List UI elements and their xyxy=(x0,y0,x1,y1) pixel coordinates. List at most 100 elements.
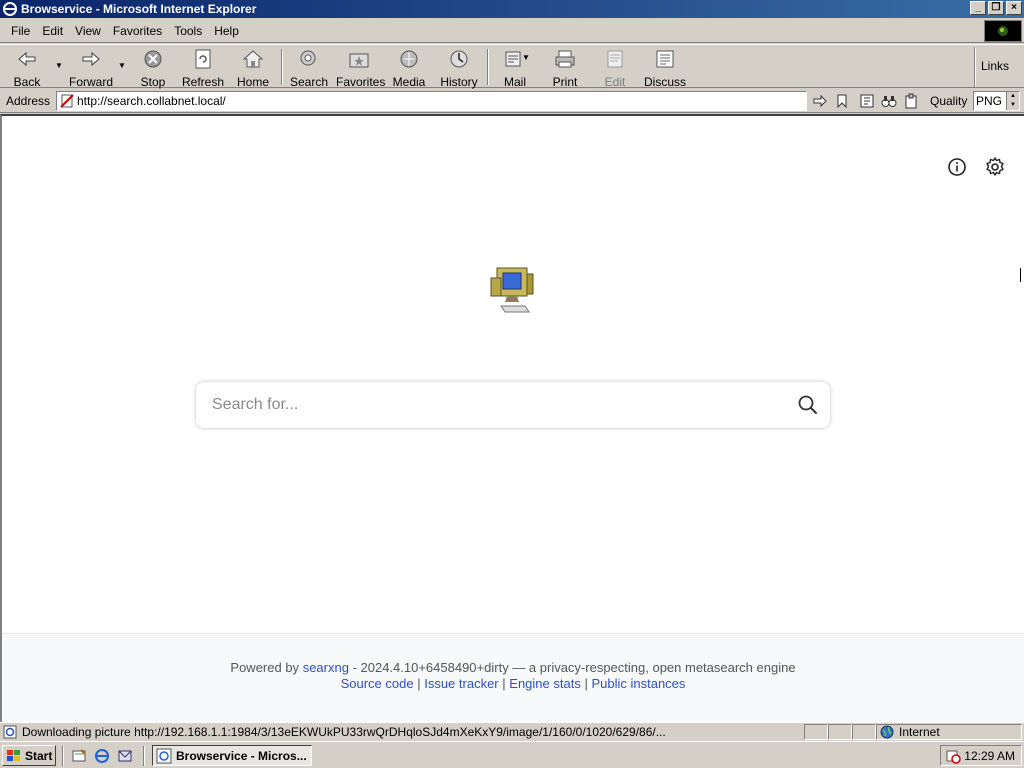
forward-dropdown-icon[interactable]: ▼ xyxy=(118,61,126,70)
address-label: Address xyxy=(6,94,51,108)
system-tray: 12:29 AM xyxy=(940,745,1022,766)
zone-cell xyxy=(876,724,1022,740)
media-label: Media xyxy=(392,75,426,89)
searxng-link[interactable]: searxng xyxy=(303,660,349,675)
info-icon[interactable] xyxy=(946,156,968,178)
quality-select[interactable]: PNG ▲ ▼ xyxy=(973,91,1020,111)
window-controls: _ ❐ × xyxy=(970,1,1022,15)
page-footer: Powered by searxng - 2024.4.10+6458490+d… xyxy=(2,633,1024,722)
search-label: Search xyxy=(290,75,329,89)
footer-links: Source code | Issue tracker | Engine sta… xyxy=(2,676,1024,691)
mail-label: Mail xyxy=(503,75,526,89)
quality-spinner[interactable]: ▲ ▼ xyxy=(1006,92,1019,110)
search-icon[interactable] xyxy=(796,393,820,417)
status-cell xyxy=(804,724,828,740)
scheduler-tray-icon[interactable] xyxy=(945,748,961,764)
back-label: Back xyxy=(13,75,41,89)
powered-by-text: Powered by xyxy=(230,660,300,675)
internet-globe-icon xyxy=(880,725,894,739)
text-cursor-icon xyxy=(1020,268,1023,282)
go-arrow-icon[interactable] xyxy=(812,93,828,109)
source-code-link[interactable]: Source code xyxy=(341,676,414,691)
footer-powered-line: Powered by searxng - 2024.4.10+6458490+d… xyxy=(2,660,1024,675)
refresh-button[interactable]: Refresh xyxy=(182,47,224,89)
quality-value: PNG xyxy=(976,94,1003,108)
clipboard-icon[interactable] xyxy=(903,93,919,109)
clock: 12:29 AM xyxy=(964,749,1015,763)
restore-button[interactable]: ❐ xyxy=(988,1,1004,15)
page-icon[interactable] xyxy=(859,93,875,109)
status-bar: Downloading picture http://192.168.1.1:1… xyxy=(0,722,1024,740)
favorites-button[interactable]: Favorites xyxy=(336,47,386,89)
ie-quicklaunch-icon[interactable] xyxy=(94,748,110,764)
back-dropdown-icon[interactable]: ▼ xyxy=(55,61,63,70)
status-cell xyxy=(828,724,852,740)
issue-tracker-link[interactable]: Issue tracker xyxy=(424,676,498,691)
settings-gear-icon[interactable] xyxy=(984,156,1006,178)
taskbar: Start Browservice - Micros... 12:29 AM xyxy=(0,741,1024,768)
close-button[interactable]: × xyxy=(1006,1,1022,15)
search-box xyxy=(196,382,830,428)
address-input[interactable] xyxy=(77,93,797,109)
show-desktop-icon[interactable] xyxy=(71,748,87,764)
start-button[interactable]: Start xyxy=(2,745,56,766)
back-arrow-icon xyxy=(18,51,36,67)
engine-stats-link[interactable]: Engine stats xyxy=(509,676,581,691)
print-label: Print xyxy=(552,75,578,89)
discuss-button[interactable]: Discuss xyxy=(644,47,687,89)
footer-separator: | xyxy=(417,676,421,691)
search-input[interactable] xyxy=(212,394,772,416)
print-button[interactable]: Print xyxy=(550,47,580,89)
zone-label: Internet xyxy=(899,725,940,739)
edit-button[interactable]: Edit xyxy=(600,47,630,89)
windows-flag-icon xyxy=(7,749,20,761)
bookmark-icon[interactable] xyxy=(834,93,850,109)
menu-view[interactable]: View xyxy=(69,24,107,38)
stop-label: Stop xyxy=(140,75,166,89)
links-separator xyxy=(974,47,976,87)
footer-separator: | xyxy=(584,676,588,691)
find-binoculars-icon[interactable] xyxy=(881,93,897,109)
favorites-folder-icon xyxy=(349,53,369,68)
menu-tools[interactable]: Tools xyxy=(168,24,208,38)
ie-logo-icon xyxy=(3,2,17,16)
forward-arrow-icon xyxy=(82,51,100,67)
menu-file[interactable]: File xyxy=(0,24,36,38)
favorites-label: Favorites xyxy=(336,75,386,89)
refresh-icon xyxy=(195,49,211,69)
menu-bar: File Edit View Favorites Tools Help xyxy=(0,19,1024,43)
menu-favorites[interactable]: Favorites xyxy=(107,24,168,38)
media-icon xyxy=(400,50,418,68)
stop-button[interactable]: Stop xyxy=(138,47,168,89)
menu-help[interactable]: Help xyxy=(208,24,245,38)
back-button[interactable]: Back xyxy=(8,47,46,89)
ie-task-icon xyxy=(156,748,172,763)
standard-toolbar: Back ▼ Forward ▼ Stop Refresh Home Searc… xyxy=(0,44,1024,89)
history-label: History xyxy=(440,75,478,89)
quality-label: Quality xyxy=(930,94,968,108)
taskbar-browser-button[interactable]: Browservice - Micros... xyxy=(152,745,312,766)
mail-dropdown-icon[interactable]: ▼ xyxy=(522,53,530,62)
top-right-controls xyxy=(946,156,1006,178)
forward-label: Forward xyxy=(68,75,113,89)
history-icon xyxy=(450,50,468,68)
media-button[interactable]: Media xyxy=(392,47,426,89)
windows-throbber-icon xyxy=(984,20,1022,42)
home-button[interactable]: Home xyxy=(236,47,270,89)
address-field[interactable] xyxy=(56,91,807,111)
stop-icon xyxy=(144,50,162,68)
home-icon xyxy=(242,50,264,68)
search-toolbar-button[interactable]: Search xyxy=(290,47,329,89)
forward-button[interactable]: Forward xyxy=(68,47,114,89)
menu-edit[interactable]: Edit xyxy=(36,24,69,38)
links-button[interactable]: Links xyxy=(981,59,1009,73)
printer-icon xyxy=(555,50,575,68)
discuss-label: Discuss xyxy=(644,75,687,89)
address-bar: Address Quality PNG ▲▼ xyxy=(0,89,1024,113)
minimize-button[interactable]: _ xyxy=(970,1,986,15)
history-button[interactable]: History xyxy=(440,47,478,89)
toolbar-separator xyxy=(281,49,283,85)
discuss-icon xyxy=(656,50,674,68)
outlook-quicklaunch-icon[interactable] xyxy=(117,748,133,764)
public-instances-link[interactable]: Public instances xyxy=(591,676,685,691)
